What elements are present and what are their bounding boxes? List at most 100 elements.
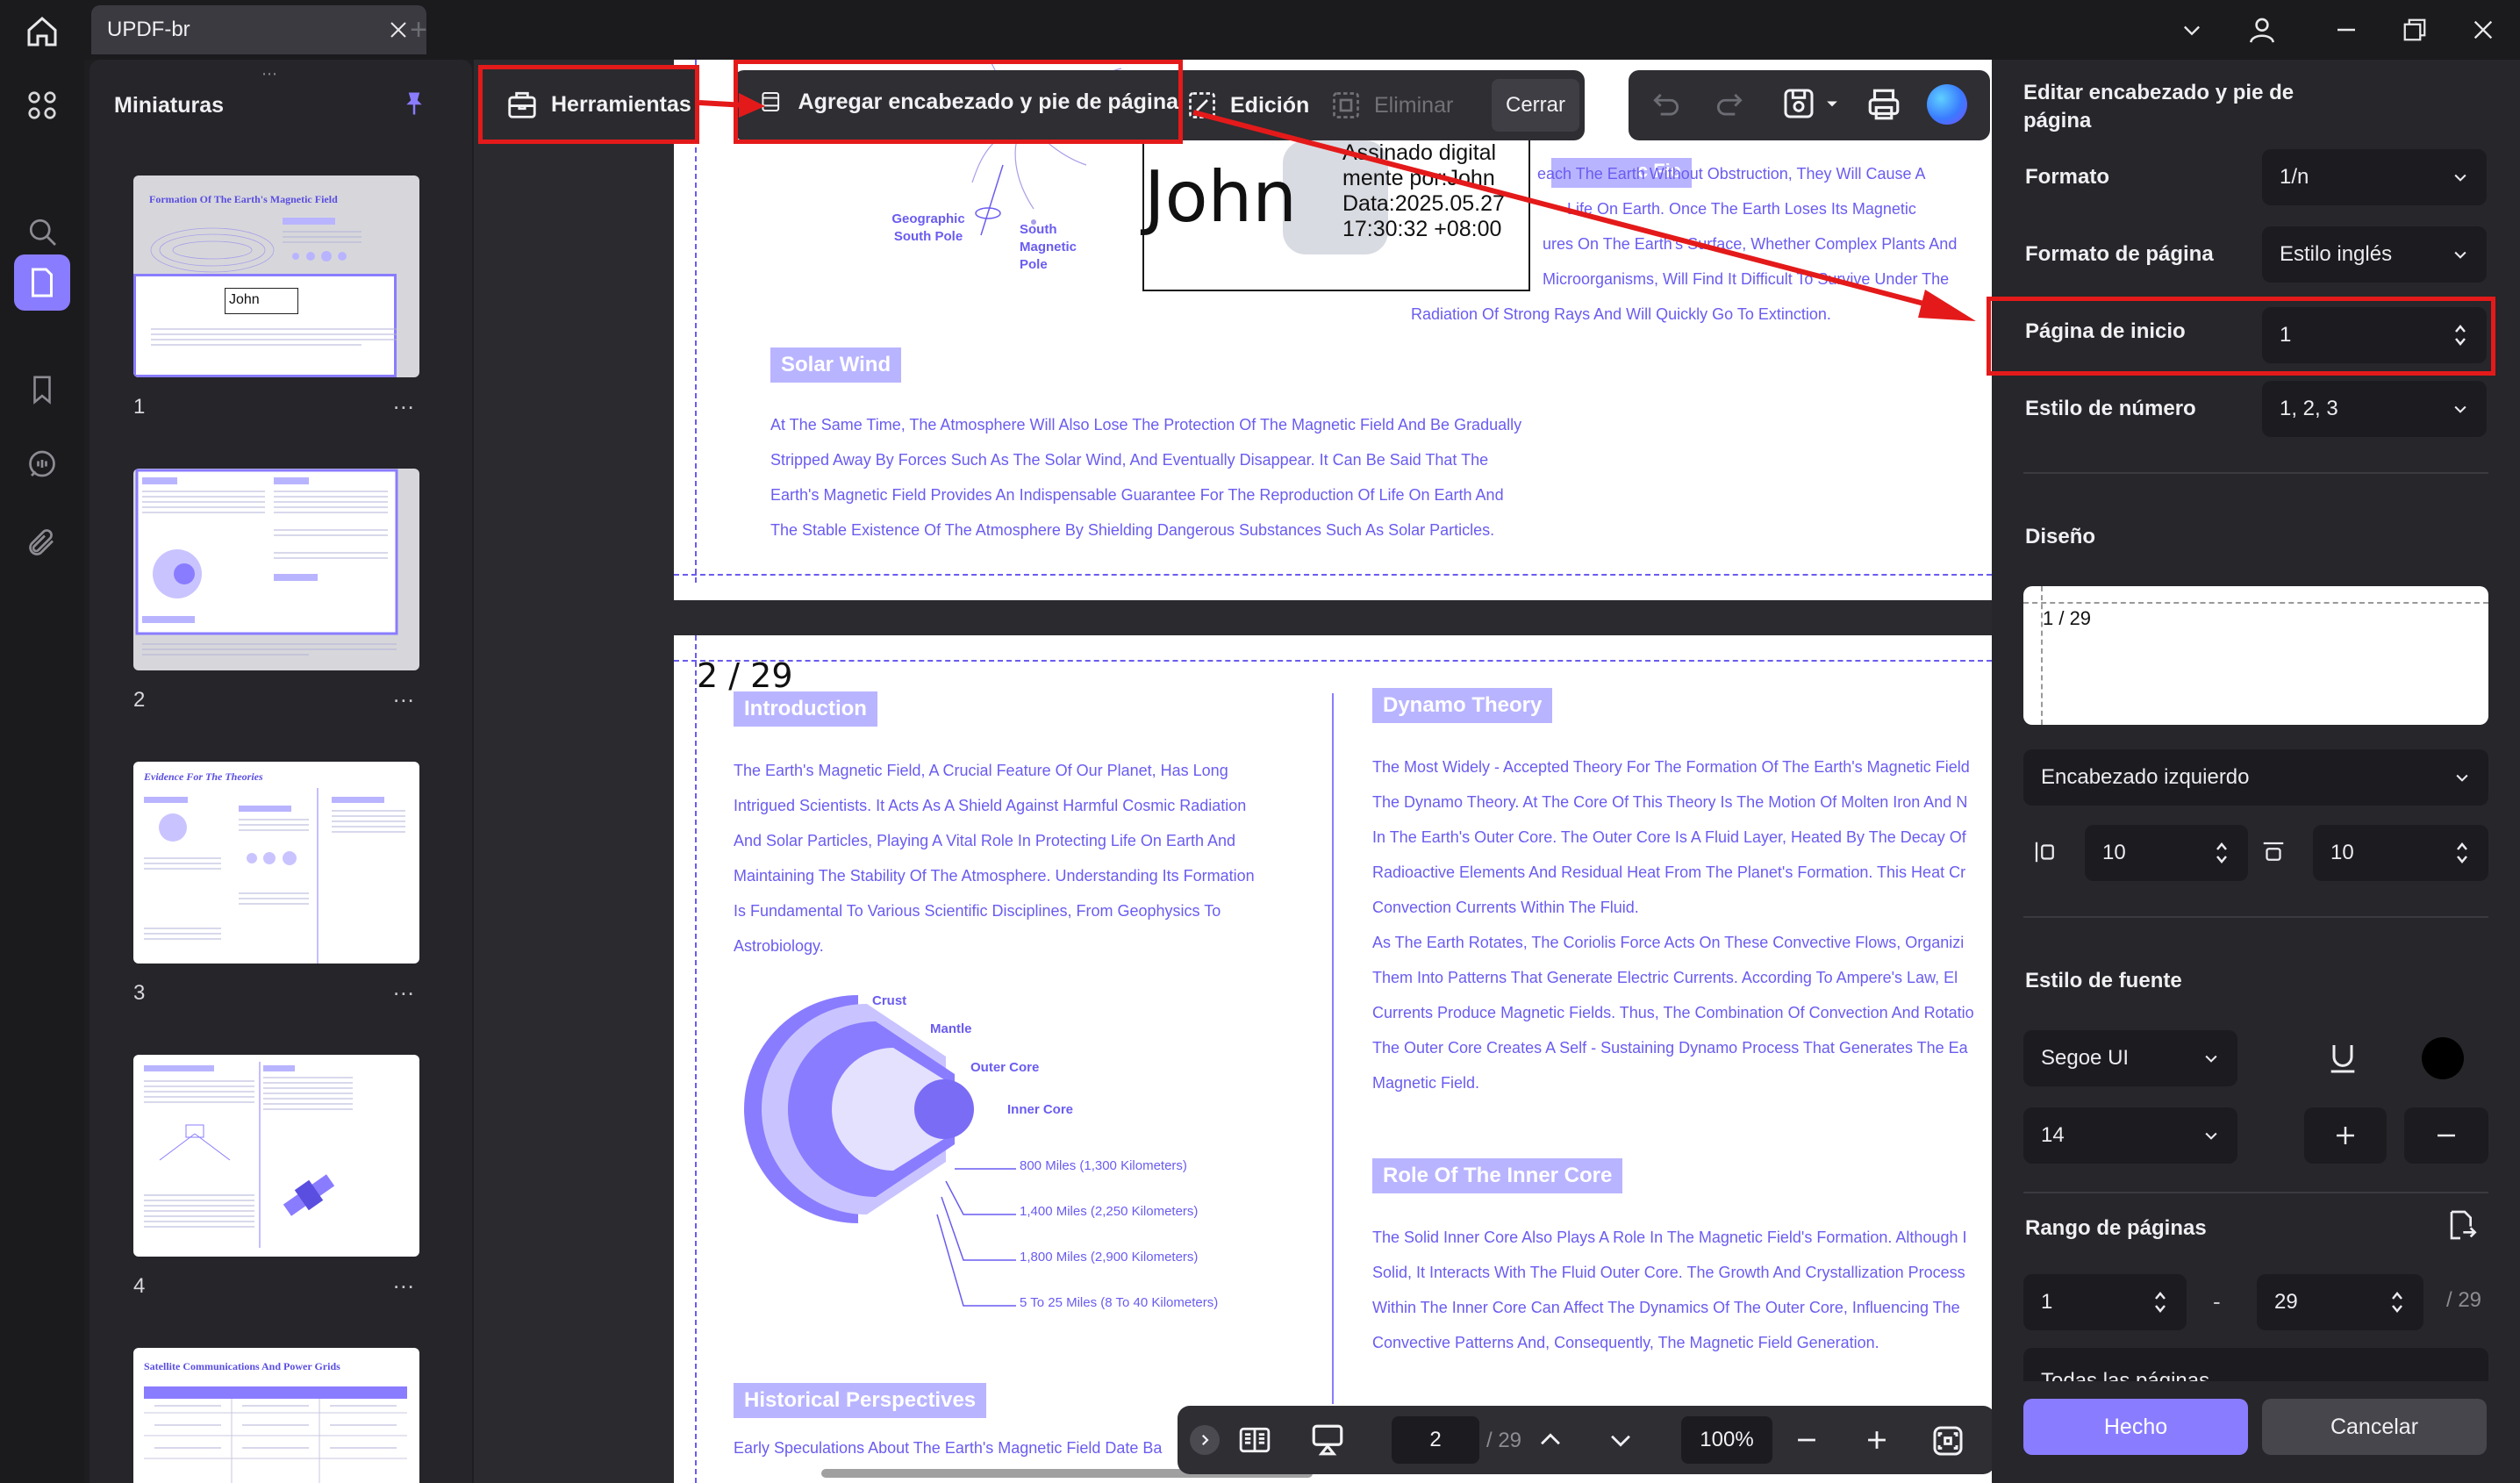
document-tab[interactable]: UPDF-br [91,5,426,54]
range-from-value: 1 [2041,1290,2053,1314]
thumb-more-button[interactable]: ... [393,1267,415,1294]
underline-icon[interactable] [2325,1039,2360,1082]
header-page-number[interactable]: 2 / 29 [697,656,793,695]
thumb-page-graphic [144,788,405,964]
undo-icon[interactable] [1650,88,1683,125]
column-divider [1332,693,1334,1404]
pin-icon[interactable] [397,86,432,121]
text-line: The Earth's Magnetic Field, A Crucial Fe… [734,762,1228,779]
bookmark-icon[interactable] [14,362,70,418]
page-thumbnail[interactable] [133,469,419,670]
range-to-stepper[interactable]: 29 [2257,1274,2423,1330]
left-margin-stepper[interactable]: 10 [2085,825,2248,881]
chevron-down-icon [2456,774,2468,782]
account-icon[interactable] [2236,9,2288,51]
stepper-arrows-icon[interactable] [2452,321,2469,349]
font-color-swatch[interactable] [2422,1037,2464,1079]
top-margin-stepper[interactable]: 10 [2313,825,2488,881]
edit-toolbar: Agregar encabezado y pie de página Edici… [734,60,1585,144]
tools-button[interactable]: Herramientas [478,65,699,144]
text-line: each The Earth Without Obstruction, They… [1537,165,1926,183]
page-format-dropdown[interactable]: Estilo inglés [2262,226,2487,283]
diagram-label: South Magnetic Pole [1020,222,1077,272]
expand-nav-icon[interactable] [1190,1425,1220,1455]
number-style-label: Estilo de número [2025,397,2196,420]
document-page: 2 / 29 Introduction The Earth's Magnetic… [674,635,1992,1483]
text-line: Astrobiology. [734,937,824,955]
page-thumbnail[interactable]: Formation Of The Earth's Magnetic Field … [133,176,419,377]
page-thumbnail[interactable] [133,1055,419,1257]
presentation-icon[interactable] [1309,1422,1346,1463]
page-thumbnail[interactable]: Evidence For The Theories [133,762,419,964]
diagram-leader-lines [936,1168,1016,1307]
tools-label: Herramientas [551,91,691,117]
minimize-icon[interactable] [2320,9,2373,51]
number-style-value: 1, 2, 3 [2280,397,2338,420]
range-separator: - [2213,1288,2221,1315]
restore-icon[interactable] [2388,9,2441,51]
body-text: Early Speculations About The Earth's Mag… [734,1439,1163,1457]
fit-page-icon[interactable] [1930,1423,1965,1463]
title-bar: UPDF-br + [0,0,2520,60]
home-icon[interactable] [18,9,67,54]
thumb-more-button[interactable]: ... [393,681,415,708]
signature-field[interactable]: John Assinado digital mente por:John Dat… [1142,130,1530,291]
start-page-value: 1 [2280,323,2292,347]
search-icon[interactable] [14,204,70,260]
chevron-down-icon[interactable] [2166,9,2218,51]
text-line: Currents Produce Magnetic Fields. Thus, … [1372,1004,1974,1021]
attachment-icon[interactable] [14,514,70,570]
save-icon[interactable] [1781,86,1841,121]
apps-grid-icon[interactable] [14,77,70,133]
comment-icon[interactable] [14,437,70,493]
text-line: Maintaining The Stability Of The Atmosph… [734,867,1255,885]
thumbnails-icon[interactable] [14,254,70,311]
thumb-page-graphic [150,218,397,346]
text-line: The Solid Inner Core Also Plays A Role I… [1372,1229,1967,1246]
stepper-arrows-icon[interactable] [2453,839,2471,867]
next-page-icon[interactable] [1606,1425,1636,1459]
text-line: The Dynamo Theory. At The Core Of This T… [1372,793,1968,811]
stepper-arrows-icon[interactable] [2388,1288,2406,1316]
zoom-in-icon[interactable] [1862,1425,1892,1459]
signature-details: Assinado digital mente por:John Data:202… [1342,140,1505,242]
close-editor-button[interactable]: Cerrar [1492,79,1579,132]
cancel-button[interactable]: Cancelar [2262,1399,2487,1455]
stepper-arrows-icon[interactable] [2213,839,2230,867]
font-size-dropdown[interactable]: 14 [2023,1107,2237,1164]
tab-title: UPDF-br [107,18,190,41]
done-button[interactable]: Hecho [2023,1399,2248,1455]
text-line: Microorganisms, Will Find It Difficult T… [1543,270,1950,288]
previous-page-icon[interactable] [1536,1425,1565,1459]
window-close-icon[interactable] [2457,9,2509,51]
page-thumbnail[interactable]: Satellite Communications And Power Grids [133,1348,419,1483]
zoom-out-icon[interactable] [1792,1425,1822,1459]
font-family-dropdown[interactable]: Segoe UI [2023,1030,2237,1086]
save-menu-chevron-icon[interactable] [1823,95,1841,112]
position-dropdown[interactable]: Encabezado izquierdo [2023,749,2488,806]
zoom-level-input[interactable]: 100% [1681,1416,1772,1464]
increase-size-button[interactable] [2304,1107,2387,1164]
thumb-more-button[interactable]: ... [393,974,415,1001]
page-number-input[interactable]: 2 [1392,1416,1479,1464]
header-footer-button[interactable]: Agregar encabezado y pie de página [734,60,1183,144]
page-range-icon[interactable] [2443,1207,2478,1247]
body-text: The Most Widely - Accepted Theory For Th… [1372,749,1974,1100]
ai-assistant-icon[interactable] [1927,84,1967,125]
design-preview[interactable]: 1 / 29 [2023,586,2488,725]
page-layout-icon[interactable] [1237,1423,1272,1461]
drag-handle[interactable]: ⋯ [261,65,279,83]
stepper-arrows-icon[interactable] [2151,1288,2169,1316]
range-from-stepper[interactable]: 1 [2023,1274,2187,1330]
redo-icon[interactable] [1713,88,1746,125]
format-dropdown[interactable]: 1/n [2262,149,2487,205]
delete-button[interactable]: Eliminar [1330,70,1453,140]
edit-button[interactable]: Edición [1186,70,1309,140]
number-style-dropdown[interactable]: 1, 2, 3 [2262,381,2487,437]
decrease-size-button[interactable] [2404,1107,2488,1164]
print-icon[interactable] [1865,86,1902,127]
signature-name: John [1144,156,1297,238]
start-page-stepper[interactable]: 1 [2262,307,2487,363]
new-tab-plus-icon[interactable]: + [399,11,438,49]
thumb-more-button[interactable]: ... [393,388,415,415]
